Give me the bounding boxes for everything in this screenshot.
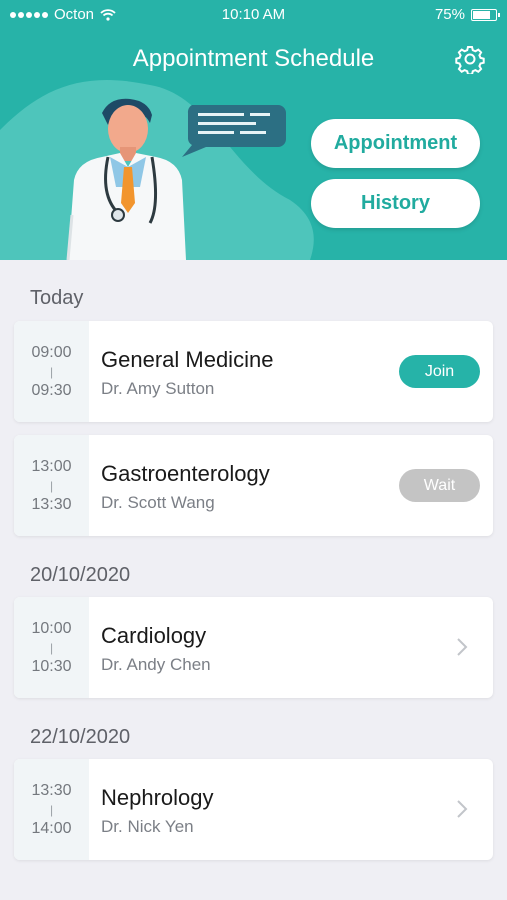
appointment-button[interactable]: Appointment <box>311 119 480 168</box>
appointment-card[interactable]: 10:00 | 10:30 Cardiology Dr. Andy Chen <box>14 597 493 698</box>
section-label-date: 20/10/2020 <box>30 564 131 586</box>
department-name: Cardiology <box>101 623 207 648</box>
start-time: 13:30 <box>31 781 72 799</box>
department-name: General Medicine <box>101 347 274 372</box>
end-time: 09:30 <box>31 381 72 399</box>
doctor-name: Dr. Scott Wang <box>101 493 215 512</box>
battery-label: 75% <box>434 6 465 23</box>
battery-icon <box>471 8 500 21</box>
time-separator: | <box>49 364 54 379</box>
status-right: 75% <box>434 6 500 23</box>
end-time: 10:30 <box>31 657 72 675</box>
doctor-illustration <box>66 98 186 260</box>
join-button[interactable]: Join <box>399 355 480 388</box>
doctor-name: Dr. Andy Chen <box>101 655 211 674</box>
doctor-name: Dr. Amy Sutton <box>101 379 215 398</box>
time-range: 09:00 | 09:30 <box>14 321 89 422</box>
section-label-today: Today <box>30 287 84 309</box>
doctor-name: Dr. Nick Yen <box>101 817 194 836</box>
chevron-right-icon[interactable] <box>456 799 468 819</box>
end-time: 13:30 <box>31 495 72 513</box>
department-name: Nephrology <box>101 785 214 810</box>
department-name: Gastroenterology <box>101 461 270 486</box>
appointment-card[interactable]: 13:30 | 14:00 Nephrology Dr. Nick Yen <box>14 759 493 860</box>
time-range: 10:00 | 10:30 <box>14 597 89 698</box>
start-time: 13:00 <box>31 457 72 475</box>
chevron-right-icon[interactable] <box>456 637 468 657</box>
status-time: 10:10 AM <box>221 6 286 23</box>
appointment-card[interactable]: 13:00 | 13:30 Gastroenterology Dr. Scott… <box>14 435 493 536</box>
speech-bubble-icon <box>182 105 286 157</box>
end-time: 14:00 <box>31 819 72 837</box>
time-separator: | <box>49 802 54 817</box>
appointment-card[interactable]: 09:00 | 09:30 General Medicine Dr. Amy S… <box>14 321 493 422</box>
gear-icon[interactable] <box>455 44 485 74</box>
time-separator: | <box>49 640 54 655</box>
time-range: 13:00 | 13:30 <box>14 435 89 536</box>
start-time: 10:00 <box>31 619 72 637</box>
time-separator: | <box>49 478 54 493</box>
status-bar: Octon 10:10 AM 75% <box>0 0 507 30</box>
time-range: 13:30 | 14:00 <box>14 759 89 860</box>
history-button[interactable]: History <box>311 179 480 228</box>
section-label-date: 22/10/2020 <box>30 726 131 748</box>
page-title: Appointment Schedule <box>132 45 375 72</box>
header: Octon 10:10 AM 75% Appointment Schedule <box>0 0 507 260</box>
start-time: 09:00 <box>31 343 72 361</box>
wait-button[interactable]: Wait <box>399 469 480 502</box>
